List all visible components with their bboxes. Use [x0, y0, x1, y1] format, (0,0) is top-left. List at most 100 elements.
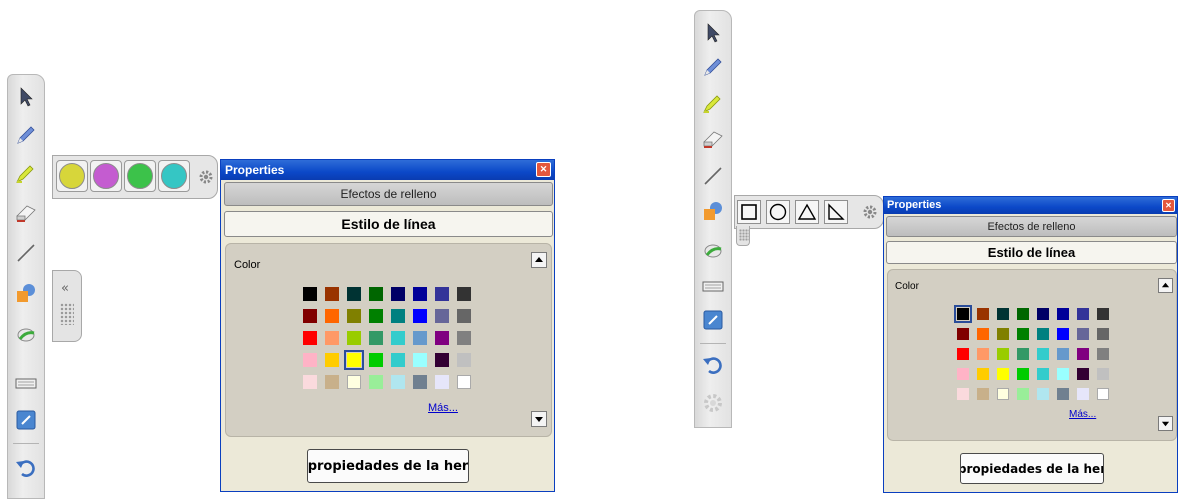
color-swatch[interactable] [1017, 348, 1029, 360]
color-swatch[interactable] [369, 309, 383, 323]
color-swatch[interactable] [1077, 308, 1089, 320]
color-swatch[interactable] [1037, 308, 1049, 320]
color-swatch[interactable] [957, 348, 969, 360]
color-swatch[interactable] [303, 353, 317, 367]
color-swatch[interactable] [997, 308, 1009, 320]
settings-icon[interactable] [700, 390, 726, 416]
line-icon[interactable] [700, 163, 726, 189]
line-icon[interactable] [13, 240, 39, 266]
fill-color-swatch-3[interactable] [124, 160, 156, 192]
color-swatch[interactable] [347, 287, 361, 301]
color-swatch[interactable] [457, 331, 471, 345]
fill-color-swatch-2[interactable] [90, 160, 122, 192]
more-colors-link[interactable]: Más... [428, 402, 458, 414]
color-swatch[interactable] [1017, 328, 1029, 340]
color-swatch[interactable] [1037, 328, 1049, 340]
color-swatch[interactable] [413, 353, 427, 367]
color-swatch[interactable] [391, 309, 405, 323]
tab-fill-effects[interactable]: Efectos de relleno [886, 216, 1177, 237]
color-swatch[interactable] [303, 331, 317, 345]
scroll-down-button[interactable] [531, 411, 547, 427]
square-tool[interactable] [737, 200, 761, 224]
color-swatch[interactable] [1037, 388, 1049, 400]
color-swatch[interactable] [977, 308, 989, 320]
color-swatch[interactable] [369, 375, 383, 389]
gear-icon[interactable] [861, 203, 879, 221]
color-swatch[interactable] [457, 309, 471, 323]
color-swatch[interactable] [325, 375, 339, 389]
scroll-up-button[interactable] [531, 252, 547, 268]
color-swatch[interactable] [435, 353, 449, 367]
fill-color-swatch-1[interactable] [56, 160, 88, 192]
color-swatch[interactable] [997, 348, 1009, 360]
color-swatch[interactable] [347, 331, 361, 345]
color-swatch[interactable] [325, 331, 339, 345]
color-swatch[interactable] [1097, 368, 1109, 380]
color-swatch[interactable] [1017, 308, 1029, 320]
color-swatch[interactable] [413, 287, 427, 301]
color-swatch[interactable] [303, 309, 317, 323]
fill-color-swatch-4[interactable] [158, 160, 190, 192]
color-swatch[interactable] [303, 287, 317, 301]
color-swatch[interactable] [391, 353, 405, 367]
color-swatch[interactable] [347, 309, 361, 323]
color-swatch[interactable] [1037, 368, 1049, 380]
notebook-icon[interactable] [700, 307, 726, 333]
color-swatch[interactable] [1037, 348, 1049, 360]
color-swatch[interactable] [1017, 388, 1029, 400]
color-swatch[interactable] [413, 375, 427, 389]
color-swatch[interactable] [435, 309, 449, 323]
color-swatch[interactable] [957, 388, 969, 400]
tool-properties-button[interactable]: propiedades de la her [960, 453, 1104, 484]
color-swatch[interactable] [1097, 348, 1109, 360]
fill-icon[interactable] [700, 236, 726, 262]
fill-icon[interactable] [13, 320, 39, 346]
pen-icon[interactable] [13, 122, 39, 148]
color-swatch[interactable] [457, 375, 471, 389]
color-swatch[interactable] [997, 328, 1009, 340]
color-swatch[interactable] [391, 375, 405, 389]
color-swatch[interactable] [1057, 308, 1069, 320]
color-swatch[interactable] [1097, 308, 1109, 320]
color-swatch[interactable] [457, 353, 471, 367]
color-swatch[interactable] [1077, 348, 1089, 360]
eraser-icon[interactable] [13, 200, 39, 226]
scroll-up-button[interactable] [1158, 278, 1173, 293]
tool-properties-button[interactable]: propiedades de la her [307, 449, 469, 483]
color-swatch[interactable] [957, 368, 969, 380]
color-swatch[interactable] [369, 287, 383, 301]
close-button[interactable]: ✕ [1162, 199, 1175, 212]
color-swatch[interactable] [347, 375, 361, 389]
eraser-icon[interactable] [700, 126, 726, 152]
pen-icon[interactable] [700, 54, 726, 80]
color-swatch[interactable] [1057, 328, 1069, 340]
color-swatch[interactable] [369, 331, 383, 345]
tab-fill-effects[interactable]: Efectos de relleno [224, 182, 553, 206]
shapes-icon[interactable] [700, 198, 726, 224]
close-button[interactable]: ✕ [536, 162, 551, 177]
right-triangle-tool[interactable] [824, 200, 848, 224]
notebook-icon[interactable] [13, 407, 39, 433]
color-swatch[interactable] [1077, 368, 1089, 380]
color-swatch[interactable] [435, 331, 449, 345]
color-swatch[interactable] [369, 353, 383, 367]
tab-line-style[interactable]: Estilo de línea [224, 211, 553, 237]
gear-icon[interactable] [197, 168, 215, 186]
keyboard-icon[interactable] [13, 370, 39, 396]
color-swatch[interactable] [1097, 328, 1109, 340]
scroll-down-button[interactable] [1158, 416, 1173, 431]
more-colors-link[interactable]: Más... [1069, 409, 1096, 420]
color-swatch[interactable] [997, 368, 1009, 380]
select-arrow-icon[interactable] [13, 84, 39, 110]
color-swatch[interactable] [325, 309, 339, 323]
color-swatch[interactable] [413, 309, 427, 323]
color-swatch[interactable] [1017, 368, 1029, 380]
undo-icon[interactable] [700, 352, 726, 378]
circle-tool[interactable] [766, 200, 790, 224]
color-swatch[interactable] [413, 331, 427, 345]
color-swatch[interactable] [977, 348, 989, 360]
color-swatch[interactable] [1057, 368, 1069, 380]
undo-icon[interactable] [13, 455, 39, 481]
color-swatch[interactable] [344, 350, 364, 370]
select-arrow-icon[interactable] [700, 20, 726, 46]
